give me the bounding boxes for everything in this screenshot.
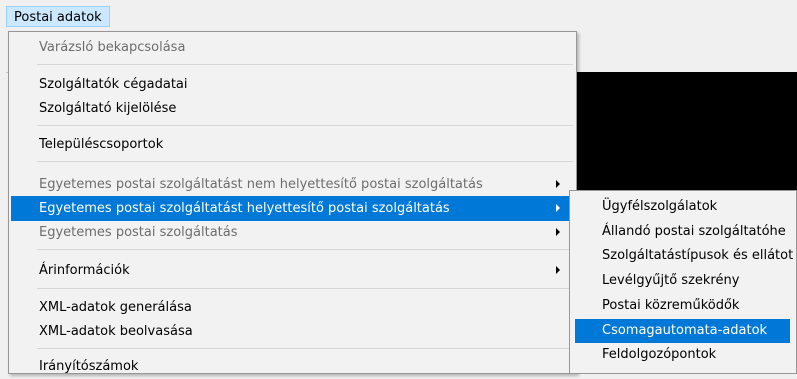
background-black-panel xyxy=(575,72,797,194)
submenu-item-parcel-locker-data[interactable]: Csomagautomata-adatok xyxy=(575,319,790,343)
menu-item-wizard[interactable]: Varázsló bekapcsolása xyxy=(11,35,574,60)
menu-item-substituting-service[interactable]: Egyetemes postai szolgáltatást helyettes… xyxy=(11,196,574,221)
menu-separator xyxy=(37,64,573,65)
menu-item-label: Varázsló bekapcsolása xyxy=(39,40,186,55)
menu-bar: Postai adatok xyxy=(0,0,797,28)
submenu-item-mailbox[interactable]: Levélgyűjtő szekrény xyxy=(572,269,796,293)
submenu-arrow-icon xyxy=(556,204,560,212)
menu-item-label: Szolgáltató kijelölése xyxy=(39,101,177,116)
menu-item-label: Szolgáltatók cégadatai xyxy=(39,77,188,92)
background-left-edge xyxy=(0,28,6,374)
submenu: Ügyfélszolgálatok Állandó postai szolgál… xyxy=(569,190,797,374)
submenu-item-customer-service[interactable]: Ügyfélszolgálatok xyxy=(572,195,796,219)
menu-separator xyxy=(37,249,573,250)
menu-item-select-provider[interactable]: Szolgáltató kijelölése xyxy=(11,96,574,121)
submenu-item-label: Szolgáltatástípusok és ellátot xyxy=(602,248,794,263)
menu-item-label: Egyetemes postai szolgáltatást nem helye… xyxy=(39,177,483,192)
submenu-item-service-types[interactable]: Szolgáltatástípusok és ellátot xyxy=(572,244,796,268)
menu-item-xml-import[interactable]: XML-adatok beolvasása xyxy=(11,319,574,344)
menu-item-label: Irányítószámok xyxy=(39,359,139,374)
submenu-item-permanent-postal-service[interactable]: Állandó postai szolgáltatóhe xyxy=(572,220,796,244)
submenu-item-label: Levélgyűjtő szekrény xyxy=(602,273,740,288)
dropdown-menu: Varázsló bekapcsolása Szolgáltatók cégad… xyxy=(8,31,577,374)
submenu-item-postal-contributors[interactable]: Postai közreműködők xyxy=(572,294,796,318)
submenu-item-processing-points[interactable]: Feldolgozópontok xyxy=(572,343,796,367)
menu-postai-adatok[interactable]: Postai adatok xyxy=(6,6,110,27)
submenu-item-label: Postai közreműködők xyxy=(602,298,740,313)
menu-item-xml-generate[interactable]: XML-adatok generálása xyxy=(11,295,574,320)
submenu-item-label: Ügyfélszolgálatok xyxy=(602,199,718,214)
menu-item-settlement-groups[interactable]: Településcsoportok xyxy=(11,132,574,157)
menu-item-label: Egyetemes postai szolgáltatást helyettes… xyxy=(39,201,450,216)
menu-separator xyxy=(37,348,573,349)
menu-item-provider-company-data[interactable]: Szolgáltatók cégadatai xyxy=(11,72,574,97)
menu-item-label: XML-adatok generálása xyxy=(39,300,192,315)
menu-item-label: Árinformációk xyxy=(39,263,130,278)
menu-item-label: Egyetemes postai szolgáltatás xyxy=(39,225,238,240)
submenu-item-label: Csomagautomata-adatok xyxy=(602,323,768,338)
menu-item-label: Településcsoportok xyxy=(39,137,164,152)
menu-item-postal-codes[interactable]: Irányítószámok xyxy=(11,354,574,379)
menu-item-price-info[interactable]: Árinformációk xyxy=(11,258,574,283)
menu-item-non-substituting-service[interactable]: Egyetemes postai szolgáltatást nem helye… xyxy=(11,172,574,197)
menu-item-label: XML-adatok beolvasása xyxy=(39,324,193,339)
submenu-arrow-icon xyxy=(556,228,560,236)
submenu-item-label: Állandó postai szolgáltatóhe xyxy=(602,224,786,239)
menu-item-universal-postal-service[interactable]: Egyetemes postai szolgáltatás xyxy=(11,220,574,245)
menu-separator xyxy=(37,125,573,126)
submenu-arrow-icon xyxy=(556,266,560,274)
menu-separator xyxy=(37,161,573,162)
menu-separator xyxy=(37,288,573,289)
submenu-arrow-icon xyxy=(556,180,560,188)
submenu-item-label: Feldolgozópontok xyxy=(602,347,717,362)
